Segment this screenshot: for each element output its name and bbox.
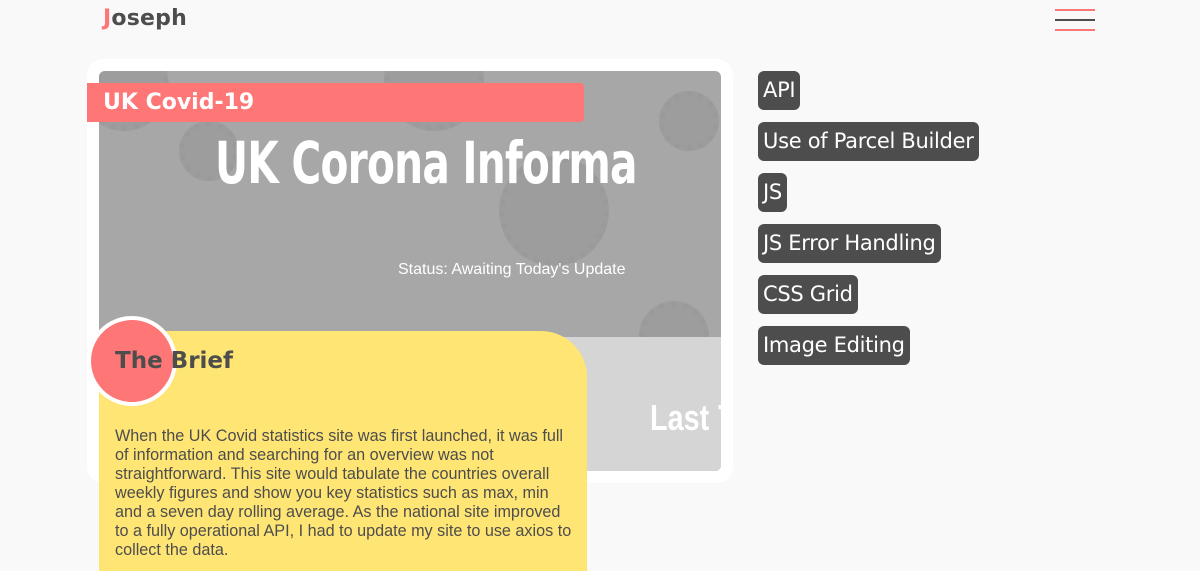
logo-name: oseph [111, 6, 187, 31]
skill-tag-js: JS [758, 173, 787, 212]
skill-tag-api: API [758, 71, 801, 110]
project-title: UK Covid-19 [87, 83, 584, 122]
hamburger-line-top [1055, 9, 1095, 11]
hamburger-menu-icon[interactable] [1055, 9, 1095, 31]
skill-tag-js-error-handling: JS Error Handling [758, 224, 941, 263]
screenshot-headline: UK Corona Informa [215, 129, 637, 197]
brief-text: When the UK Covid statistics site was fi… [115, 427, 572, 559]
brief-heading: The Brief [115, 348, 234, 374]
virus-graphic [659, 91, 719, 151]
skill-tags: API Use of Parcel Builder JS JS Error Ha… [758, 71, 979, 365]
skill-tag-image-editing: Image Editing [758, 326, 910, 365]
skill-tag-parcel: Use of Parcel Builder [758, 122, 979, 161]
skill-tag-css-grid: CSS Grid [758, 275, 858, 314]
hamburger-line-bottom [1055, 29, 1095, 31]
site-logo[interactable]: Joseph [103, 6, 187, 31]
hamburger-line-middle [1055, 19, 1095, 21]
screenshot-status: Status: Awaiting Today's Update [398, 261, 626, 278]
screenshot-lower-text: Last 7 [650, 397, 721, 438]
